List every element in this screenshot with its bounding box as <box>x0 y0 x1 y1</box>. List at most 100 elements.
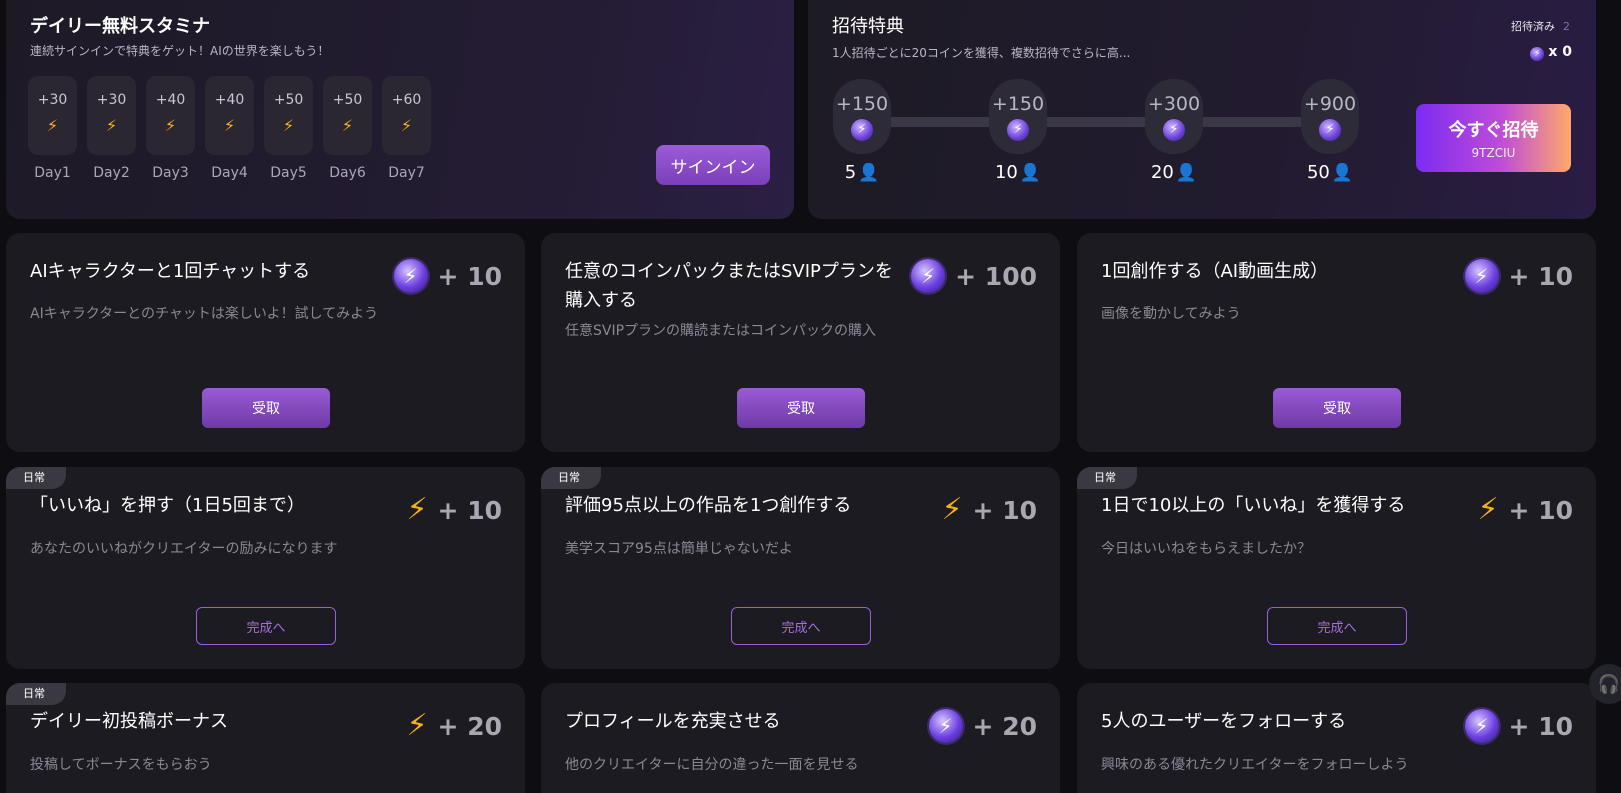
user-icon: 👤 <box>858 163 880 183</box>
day-points: +60 <box>391 92 422 108</box>
day-points: +30 <box>37 92 68 108</box>
daily-title: デイリー無料スタミナ <box>30 16 210 37</box>
task-description: 任意SVIPプランの購読またはコインパックの購入 <box>565 323 877 339</box>
task-description: 他のクリエイターに自分の違った一面を見せる <box>565 757 859 773</box>
energy-orb-icon: ⚡ <box>1319 119 1341 141</box>
lightning-bolt-icon: ⚡ <box>46 116 59 135</box>
day-points: +50 <box>273 92 304 108</box>
lightning-bolt-icon: ⚡ <box>223 116 236 135</box>
invite-code: 9TZCIU <box>1471 146 1516 160</box>
task-description: 画像を動かしてみよう <box>1101 306 1241 322</box>
milestone-people: 5 👤 <box>844 162 880 183</box>
reward-amount: + 10 <box>437 495 502 525</box>
lightning-bolt-icon: ⚡ <box>400 116 413 135</box>
invite-title: 招待特典 <box>832 16 904 37</box>
energy-orb-icon: ⚡ <box>911 259 946 293</box>
lightning-bolt-icon: ⚡ <box>406 492 428 527</box>
reward-amount: + 10 <box>1508 261 1573 291</box>
day-label: Day2 <box>93 165 130 181</box>
milestone-people: 20 👤 <box>1150 162 1198 183</box>
milestone-item: +900 ⚡ <box>1301 79 1359 154</box>
invite-button-label: 今すぐ招待 <box>1448 120 1539 141</box>
task-card: 1回創作する（AI動画生成） ⚡ + 10 画像を動かしてみよう 受取 <box>1077 233 1596 452</box>
claim-button[interactable]: 受取 <box>1273 388 1401 428</box>
invited-count: 招待済み 2 <box>1511 18 1570 34</box>
task-card: 日常 評価95点以上の作品を1つ創作する ⚡ + 10 美学スコア95点は簡単じゃ… <box>541 467 1060 669</box>
reward-amount: + 20 <box>972 711 1037 741</box>
day-label: Day3 <box>152 165 189 181</box>
day-item: +60 ⚡ Day7 <box>382 76 431 181</box>
task-reward: ⚡ + 20 <box>406 709 502 743</box>
invite-progress-track <box>870 117 1340 127</box>
claim-button[interactable]: 受取 <box>737 388 865 428</box>
reward-amount: + 100 <box>955 261 1037 291</box>
day-item: +50 ⚡ Day6 <box>323 76 372 181</box>
reward-amount: + 10 <box>437 261 502 291</box>
day-item: +30 ⚡ Day2 <box>87 76 136 181</box>
coin-count: x 0 <box>1548 44 1572 60</box>
invite-now-button[interactable]: 今すぐ招待 9TZCIU <box>1416 104 1571 172</box>
task-card: 日常 デイリー初投稿ボーナス ⚡ + 20 投稿してボーナスをもらおう <box>6 683 525 793</box>
day-item: +40 ⚡ Day4 <box>205 76 254 181</box>
milestone-points: +150 <box>835 93 889 115</box>
energy-orb-icon: ⚡ <box>393 259 428 293</box>
task-description: 興味のある優れたクリエイターをフォローしよう <box>1101 757 1409 773</box>
day-points: +50 <box>332 92 363 108</box>
reward-amount: + 10 <box>1508 495 1573 525</box>
task-title: 1日で10以上の「いいね」を獲得する <box>1101 495 1406 516</box>
task-title: 評価95点以上の作品を1つ創作する <box>565 495 852 516</box>
task-reward: ⚡ + 100 <box>911 259 1037 293</box>
energy-orb-icon: ⚡ <box>1464 259 1499 293</box>
day-label: Day4 <box>211 165 248 181</box>
go-complete-button[interactable]: 完成へ <box>196 607 336 645</box>
headset-icon[interactable]: 🎧 <box>1589 664 1621 704</box>
reward-amount: + 10 <box>972 495 1037 525</box>
task-card: 5人のユーザーをフォローする ⚡ + 10 興味のある優れたクリエイターをフォロー… <box>1077 683 1596 793</box>
milestone-points: +900 <box>1303 93 1357 115</box>
task-title: 5人のユーザーをフォローする <box>1101 711 1347 732</box>
day-label: Day1 <box>34 165 71 181</box>
energy-orb-icon: ⚡ <box>1464 709 1499 743</box>
user-icon: 👤 <box>1331 163 1354 183</box>
signin-button[interactable]: サインイン <box>656 145 770 185</box>
invited-number: 2 <box>1563 20 1570 33</box>
task-description: 美学スコア95点は簡単じゃないだよ <box>565 541 793 557</box>
task-card: 任意のコインパックまたはSVIPプランを購入する ⚡ + 100 任意SVIPプラ… <box>541 233 1060 452</box>
day-points: +40 <box>214 92 245 108</box>
lightning-bolt-icon: ⚡ <box>406 708 428 743</box>
user-icon: 👤 <box>1175 163 1198 183</box>
daily-subtitle: 連続サインインで特典をゲット！AIの世界を楽しもう！ <box>30 44 330 58</box>
milestone-item: +150 ⚡ <box>989 79 1047 154</box>
energy-orb-icon: ⚡ <box>1007 119 1029 141</box>
task-card: 日常 「いいね」を押す（1日5回まで） ⚡ + 10 あなたのいいねがクリエイター… <box>6 467 525 669</box>
lightning-bolt-icon: ⚡ <box>341 116 354 135</box>
task-description: 投稿してボーナスをもらおう <box>30 757 212 773</box>
task-reward: ⚡ + 10 <box>1464 259 1573 293</box>
energy-orb-icon: ⚡ <box>851 119 873 141</box>
task-reward: ⚡ + 10 <box>941 493 1037 527</box>
go-complete-button[interactable]: 完成へ <box>1267 607 1407 645</box>
reward-amount: + 20 <box>437 711 502 741</box>
task-card: プロフィールを充実させる ⚡ + 20 他のクリエイターに自分の違った一面を見せる <box>541 683 1060 793</box>
lightning-bolt-icon: ⚡ <box>164 116 177 135</box>
milestone-people: 50 👤 <box>1306 162 1354 183</box>
task-card: AIキャラクターと1回チャットする ⚡ + 10 AIキャラクターとのチャットは楽… <box>6 233 525 452</box>
day-label: Day5 <box>270 165 307 181</box>
task-card: 日常 1日で10以上の「いいね」を獲得する ⚡ + 10 今日はいいねをもらえまし… <box>1077 467 1596 669</box>
task-description: AIキャラクターとのチャットは楽しいよ！試してみよう <box>30 306 379 322</box>
daily-tag: 日常 <box>541 467 601 489</box>
invited-label: 招待済み <box>1511 20 1555 33</box>
claim-button[interactable]: 受取 <box>202 388 330 428</box>
go-complete-button[interactable]: 完成へ <box>731 607 871 645</box>
invite-coins: ⚡ x 0 <box>1530 43 1572 61</box>
daily-tag: 日常 <box>6 683 66 705</box>
task-reward: ⚡ + 10 <box>1464 709 1573 743</box>
task-reward: ⚡ + 10 <box>1477 493 1573 527</box>
task-reward: ⚡ + 10 <box>393 259 502 293</box>
energy-orb-icon: ⚡ <box>928 709 963 743</box>
task-reward: ⚡ + 20 <box>928 709 1037 743</box>
task-title: AIキャラクターと1回チャットする <box>30 261 311 282</box>
lightning-bolt-icon: ⚡ <box>105 116 118 135</box>
task-title: 「いいね」を押す（1日5回まで） <box>30 495 305 516</box>
daily-tag: 日常 <box>1077 467 1137 489</box>
